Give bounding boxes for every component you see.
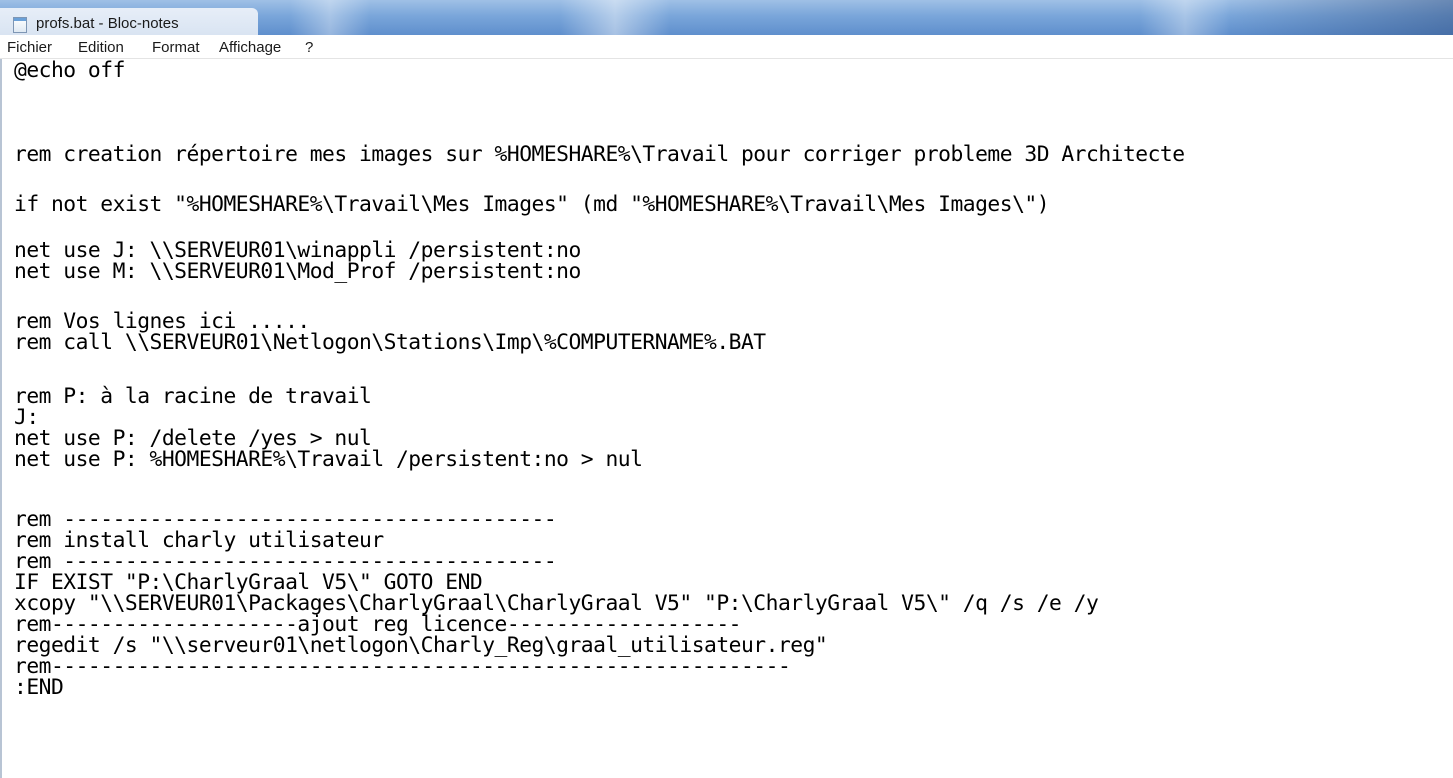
window-title: profs.bat - Bloc-notes: [36, 15, 179, 32]
menu-affichage[interactable]: Affichage: [219, 39, 281, 56]
title-bar-glare: [1140, 0, 1230, 35]
notepad-icon[interactable]: [13, 17, 27, 33]
notepad-window: profs.bat - Bloc-notes Fichier Edition F…: [0, 0, 1453, 778]
menu-help[interactable]: ?: [305, 39, 313, 56]
text-line: rem install charly utilisateur: [14, 528, 384, 553]
text-line: @echo off: [14, 59, 125, 83]
text-line: :END: [14, 675, 64, 700]
title-bar-shade: [1223, 0, 1453, 35]
text-line: IF EXIST "P:\CharlyGraal V5\" GOTO END: [14, 570, 483, 595]
text-line: rem call \\SERVEUR01\Netlogon\Stations\I…: [14, 330, 766, 355]
title-bar-glare: [560, 0, 670, 35]
menu-bar: Fichier Edition Format Affichage ?: [0, 35, 1453, 59]
text-line: J:: [14, 405, 39, 430]
menu-format[interactable]: Format: [152, 39, 200, 56]
menu-fichier[interactable]: Fichier: [7, 39, 52, 56]
text-editor[interactable]: @echo off rem creation répertoire mes im…: [0, 59, 1453, 778]
text-line: rem creation répertoire mes images sur %…: [14, 142, 1185, 167]
menu-edition[interactable]: Edition: [78, 39, 124, 56]
title-bar-glare: [290, 0, 370, 35]
text-line: net use P: %HOMESHARE%\Travail /persiste…: [14, 447, 643, 472]
text-line: rem Vos lignes ici .....: [14, 309, 310, 334]
text-line: rem ------------------------------------…: [14, 507, 557, 532]
text-line: rem ------------------------------------…: [14, 549, 557, 574]
text-line: net use P: /delete /yes > nul: [14, 426, 372, 451]
text-line: rem P: à la racine de travail: [14, 384, 372, 409]
text-line: rem--------------------ajout reg licence…: [14, 612, 742, 637]
title-bar[interactable]: profs.bat - Bloc-notes: [0, 0, 1453, 35]
text-line: if not exist "%HOMESHARE%\Travail\Mes Im…: [14, 192, 1050, 217]
text-line: net use J: \\SERVEUR01\winappli /persist…: [14, 238, 581, 263]
text-line: regedit /s "\\serveur01\netlogon\Charly_…: [14, 633, 828, 658]
text-line: rem-------------------------------------…: [14, 654, 791, 679]
text-line: xcopy "\\SERVEUR01\Packages\CharlyGraal\…: [14, 591, 1099, 616]
text-line: net use M: \\SERVEUR01\Mod_Prof /persist…: [14, 259, 581, 284]
